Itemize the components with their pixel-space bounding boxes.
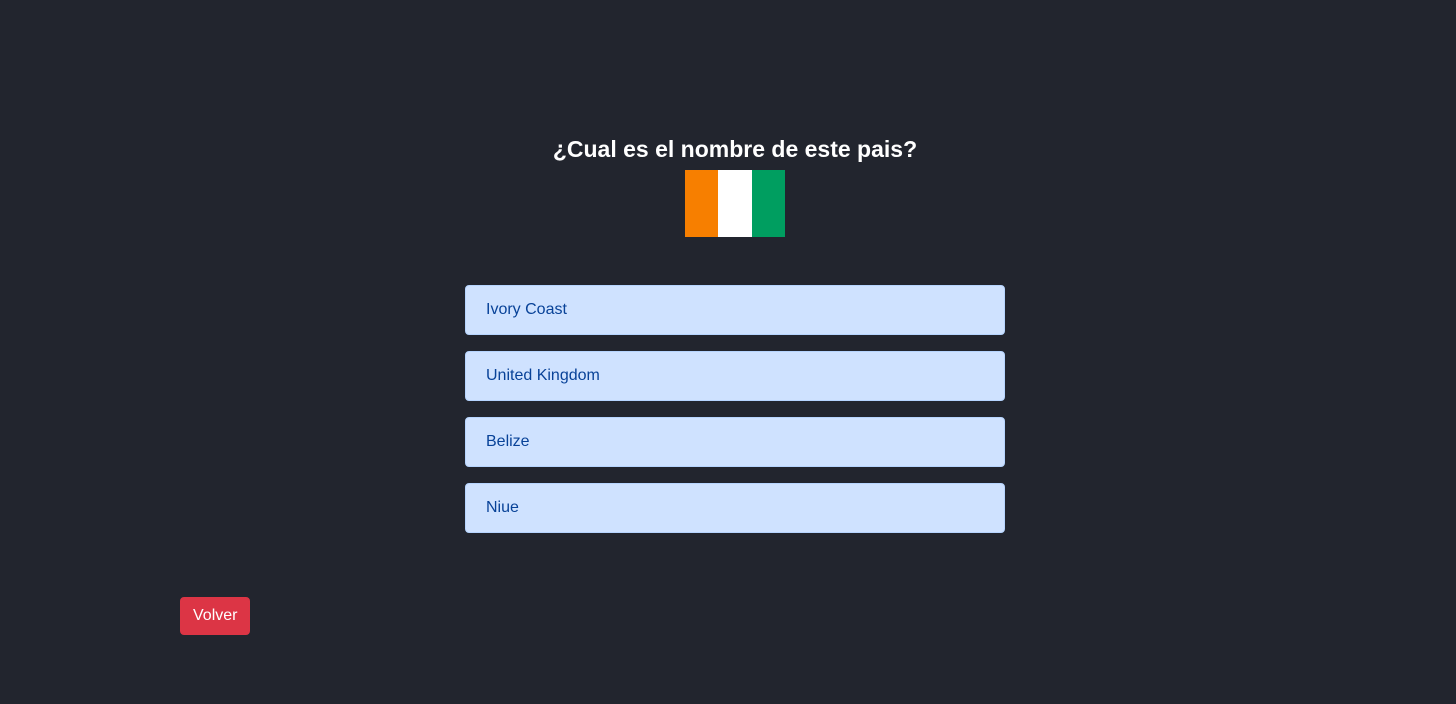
back-button[interactable]: Volver (180, 597, 251, 635)
answer-options: Ivory Coast United Kingdom Belize Niue (465, 285, 1005, 533)
country-flag-image (685, 170, 785, 237)
quiz-page: ¿Cual es el nombre de este pais? Ivory C… (0, 0, 1456, 704)
answer-option-united-kingdom[interactable]: United Kingdom (465, 351, 1005, 401)
flag-band-left (685, 170, 719, 237)
answer-option-ivory-coast[interactable]: Ivory Coast (465, 285, 1005, 335)
answer-option-niue[interactable]: Niue (465, 483, 1005, 533)
flag-band-middle (718, 170, 752, 237)
flag-band-right (751, 170, 785, 237)
answer-option-belize[interactable]: Belize (465, 417, 1005, 467)
question-title: ¿Cual es el nombre de este pais? (552, 136, 918, 162)
